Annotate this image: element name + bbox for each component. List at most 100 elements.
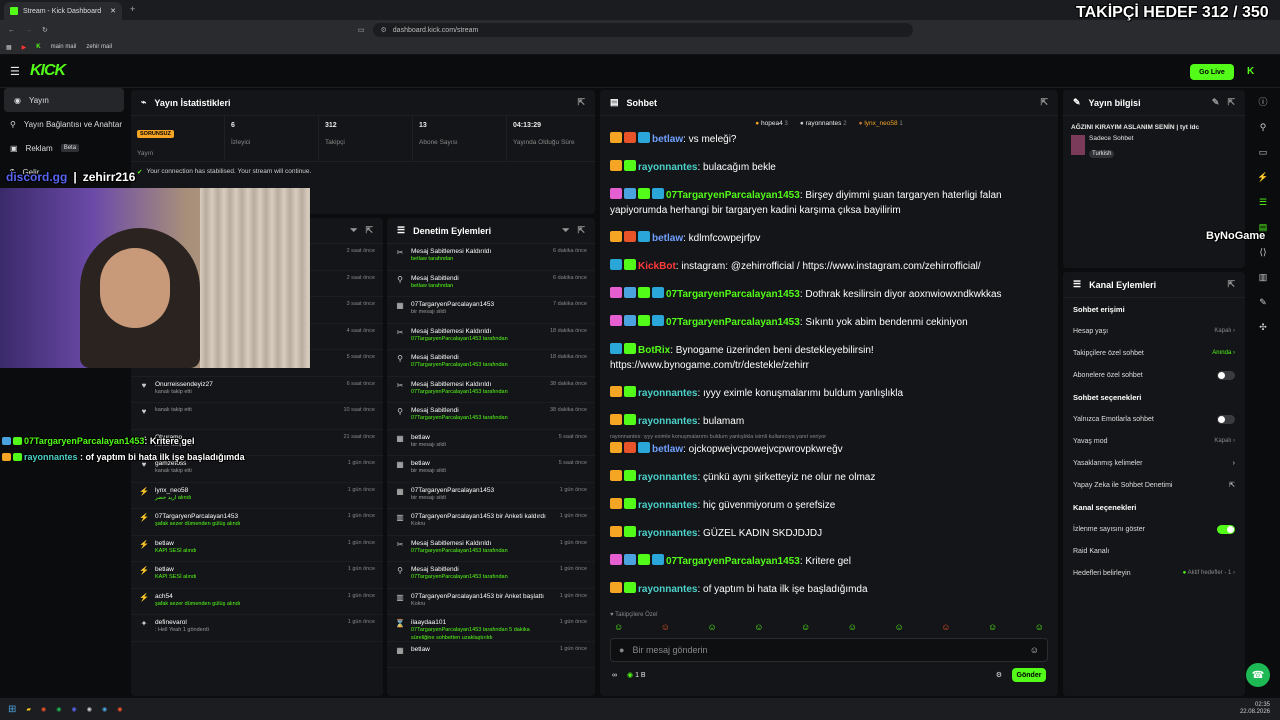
chat-message[interactable]: betlaw: ojckopwejvcpowejvcpwrovpkwreğv [600,442,1058,457]
info-icon[interactable]: ⓘ [1258,95,1267,108]
system-clock[interactable]: 02:35 22.08.2026 [1240,702,1270,715]
bookmark-zehir-mail[interactable]: zehir mail [86,44,112,50]
chat-message[interactable]: rayonnantes: of yaptım bi hata ilk işe b… [600,582,1058,597]
emotes-only-toggle[interactable] [1217,414,1235,424]
chat-username[interactable]: rayonnantes [638,584,697,595]
moderation-item[interactable]: ▥ 07TargaryenParcalayan1453 bir Anket baş… [387,589,595,615]
moderation-item[interactable]: ▦ betlaw bir mesajı sildi 5 saat önce [387,456,595,483]
kick-logo[interactable]: KICK [30,62,66,80]
file-explorer-icon[interactable]: ▰ [26,706,31,713]
chat-username[interactable]: 07TargaryenParcalayan1453 [666,289,800,300]
followers-chat-row[interactable]: Takipçilere özel sohbet Anında › [1063,342,1245,364]
chat-message[interactable]: 07TargaryenParcalayan1453: Sıkıntı yok a… [600,315,1058,330]
subs-chat-toggle[interactable] [1217,370,1235,380]
chat-username[interactable]: BotRix [638,345,670,356]
emote-icon[interactable]: ☺ [988,622,997,632]
filter-icon[interactable]: ⏷ [350,225,357,236]
moderation-item[interactable]: ▥ 07TargaryenParcalayan1453 bir Anketi ka… [387,509,595,536]
puzzle-icon[interactable]: ✣ [1259,322,1267,333]
moderation-item[interactable]: ▦ betlaw 1 gün önce [387,642,595,668]
chat-username[interactable]: 07TargaryenParcalayan1453 [666,556,800,567]
keyboard-icon[interactable]: ▭ [1259,147,1268,158]
new-tab-icon[interactable]: + [130,4,135,14]
chat-username[interactable]: 07TargaryenParcalayan1453 [666,317,800,328]
emote-icon[interactable]: ☺ [614,622,623,632]
forward-icon[interactable]: → [25,27,32,34]
sidebar-item-stream-key[interactable]: ⚲ Yayın Bağlantısı ve Anahtar [0,112,128,136]
show-viewers-row[interactable]: İzlenme sayısını göster [1063,518,1245,540]
code-icon[interactable]: ⟨⟩ [1259,247,1266,258]
popout-icon[interactable]: ⇱ [1227,279,1235,290]
activity-item[interactable]: ♥ kanalı takip etti 10 saat önce [131,403,383,430]
brave-icon[interactable]: ◉ [117,706,122,713]
gifter-3[interactable]: ● lynx_neo58 1 [859,120,903,127]
chat-username[interactable]: rayonnantes [638,528,697,539]
moderation-item[interactable]: ▦ 07TargaryenParcalayan1453 bir mesajı sil… [387,483,595,509]
activity-item[interactable]: ⚡ betlaw KAPI SESİ alındı 1 gün önce [131,562,383,589]
moderation-item[interactable]: ⚲ Mesaj Sabitlendi 07TargaryenParcalayan14… [387,350,595,377]
moderation-item[interactable]: ✂ Mesaj Sabitlemesi Kaldırıldı betlaw tara… [387,244,595,271]
bookmark-icon[interactable]: ▭ [358,26,365,34]
chat-message[interactable]: rayonnantes: hiç güvenmiyorum o şerefsiz… [600,498,1058,513]
points-display[interactable]: ◉ 1 B [627,671,646,679]
slow-mode-row[interactable]: Yavaş mod Kapalı › [1063,430,1245,452]
moderation-item[interactable]: ⚲ Mesaj Sabitlendi 07TargaryenParcalayan14… [387,562,595,589]
moderation-item[interactable]: ▦ 07TargaryenParcalayan1453 bir mesajı sil… [387,297,595,324]
activity-item[interactable]: ⚡ ach54 şafak sezer dümenden gülüş alındı 1… [131,589,383,615]
popout-icon[interactable]: ⇱ [577,225,585,236]
moderation-item[interactable]: ✂ Mesaj Sabitlemesi Kaldırıldı 07Targaryen… [387,377,595,403]
send-button[interactable]: Gönder [1012,668,1046,682]
activity-item[interactable]: ✦ definevarol: Hell Yeah 1 gönderdi 1 gün … [131,615,383,642]
chat-message[interactable]: rayonnantes: çünkü aynı şirketteyiz ne o… [600,470,1058,485]
show-viewers-toggle[interactable] [1217,524,1235,534]
chat-message[interactable]: KickBot: instagram: @zehirrofficial / ht… [600,259,1058,274]
activity-item[interactable]: ⚡ betlaw KAPI SESİ alındı 1 gün önce [131,536,383,562]
account-age-row[interactable]: Hesap yaşı Kapalı › [1063,320,1245,342]
steam-icon[interactable]: ◉ [102,706,107,713]
emote-icon[interactable]: ☺ [661,622,670,632]
popout-icon[interactable]: ⇱ [577,97,585,108]
emote-icon[interactable]: ☺ [801,622,810,632]
goals-row[interactable]: Hedefleri belirleyin ● Aktif hedefler - 1… [1063,562,1245,584]
site-settings-icon[interactable]: ⚙ [381,26,387,34]
activity-item[interactable]: ♥ Onurreissendeyiz27 kanalı takip etti 6 sa… [131,377,383,403]
gifter-2[interactable]: ● rayonnantes 2 [800,120,847,127]
chat-username[interactable]: rayonnantes [638,500,697,511]
emote-icon[interactable]: ☺ [754,622,763,632]
url-field[interactable]: ⚙ dashboard.kick.com/stream [372,23,913,37]
chat-message[interactable]: rayonnantes: ıyyy eximle konuşmalarımı b… [600,386,1058,401]
emote-icon[interactable]: ☺ [1035,622,1044,632]
moderation-item[interactable]: ⌛ ilaaydaa101 07TargaryenParcalayan1453 ta… [387,615,595,642]
reload-icon[interactable]: ↻ [42,26,48,34]
spotify-icon[interactable]: ◉ [56,706,61,713]
apps-icon[interactable]: ▦ [6,44,12,51]
go-live-button[interactable]: Go Live [1190,64,1234,80]
emoji-icon[interactable]: ☺ [1030,645,1039,655]
moderation-item[interactable]: ✂ Mesaj Sabitlemesi Kaldırıldı 07Targaryen… [387,324,595,350]
raid-row[interactable]: Raid Kanalı [1063,540,1245,562]
chat-message[interactable]: rayonnantes: bulacağım bekle [600,160,1058,175]
moderation-item[interactable]: ✂ Mesaj Sabitlemesi Kaldırıldı 07Targaryen… [387,536,595,562]
chat-input[interactable]: ● Bir mesaj gönderin ☺ [610,638,1048,662]
kick-bookmark-icon[interactable]: K [36,44,40,50]
chat-username[interactable]: rayonnantes [638,162,697,173]
sidebar-item-ads[interactable]: ▣ Reklam Beta [0,136,128,160]
chat-message[interactable]: BotRix: Bynogame üzerinden beni destekle… [600,343,1058,373]
moderation-item[interactable]: ▦ betlaw bir mesajı sildi 5 saat önce [387,430,595,456]
emote-icon[interactable]: ☺ [895,622,904,632]
chat-message[interactable]: rayonnantes: GÜZEL KADIN SKDJDJDJ [600,526,1058,541]
chat-message[interactable]: rayonnantes: bulamam [600,414,1058,429]
chat-message[interactable]: 07TargaryenParcalayan1453: Kritere gel [600,554,1058,569]
close-icon[interactable]: ✕ [110,7,116,15]
chat-username[interactable]: betlaw [652,134,683,145]
subs-chat-row[interactable]: Abonelere özel sohbet [1063,364,1245,386]
bolt-icon[interactable]: ⚡ [1257,172,1268,183]
windows-start-icon[interactable]: ⊞ [8,704,16,715]
activity-item[interactable]: ⚡ lynx_neo58 اريد حضر alındı 1 gün önce [131,483,383,509]
chat-username[interactable]: 07TargaryenParcalayan1453 [666,190,800,201]
popout-icon[interactable]: ⇱ [1227,97,1235,108]
chrome-icon[interactable]: ◉ [41,706,46,713]
sidebar-item-stream[interactable]: ◉ Yayın [4,88,124,112]
menu-icon[interactable]: ☰ [10,65,20,78]
chat-message[interactable]: betlaw: kdlmfcowpejrfpv [600,231,1058,246]
